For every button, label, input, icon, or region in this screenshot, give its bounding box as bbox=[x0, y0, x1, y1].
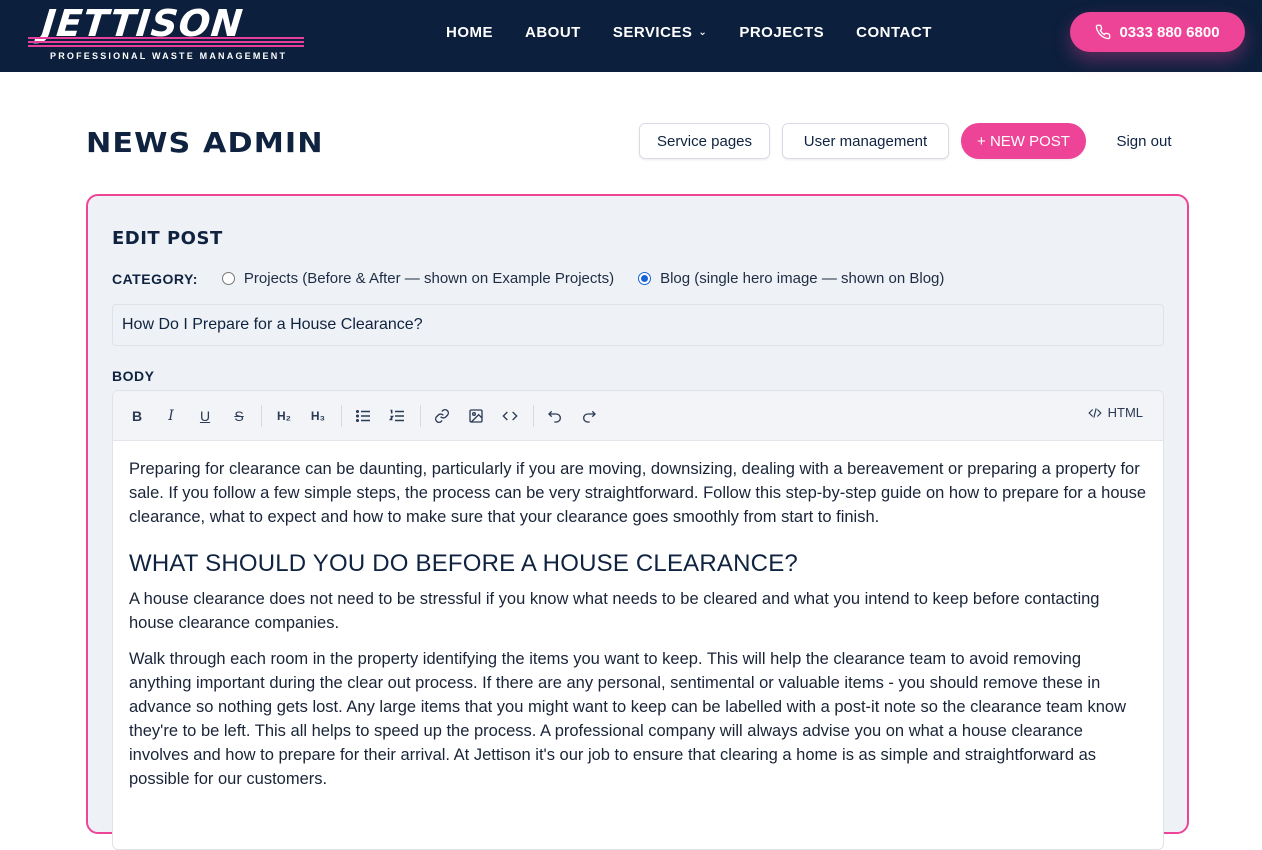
body-paragraph: Walk through each room in the property i… bbox=[129, 650, 1127, 788]
bullet-list-icon[interactable] bbox=[352, 405, 374, 427]
new-post-button[interactable]: + NEW POST bbox=[961, 123, 1086, 159]
main-nav: HOME ABOUT SERVICES ⌄ PROJECTS CONTACT bbox=[446, 24, 964, 41]
body-label: BODY bbox=[112, 368, 155, 384]
category-projects-radio[interactable]: Projects (Before & After — shown on Exam… bbox=[221, 270, 615, 287]
phone-icon bbox=[1096, 24, 1111, 40]
redo-icon[interactable] bbox=[578, 405, 600, 427]
editor-toolbar: B I U S H₂ H₃ HTML bbox=[113, 391, 1163, 441]
image-icon[interactable] bbox=[465, 405, 487, 427]
logo-speed-lines bbox=[28, 37, 304, 49]
post-title-input[interactable]: How Do I Prepare for a House Clearance? bbox=[112, 304, 1164, 346]
edit-post-panel: EDIT POST CATEGORY: Projects (Before & A… bbox=[86, 194, 1189, 850]
rich-text-editor: B I U S H₂ H₃ HTML Preparing for clearan… bbox=[112, 390, 1164, 850]
toolbar-divider bbox=[420, 405, 421, 427]
radio-unselected-icon bbox=[221, 272, 235, 285]
nav-services-label: SERVICES bbox=[612, 24, 693, 41]
sign-out-link[interactable]: Sign out bbox=[1110, 123, 1178, 159]
code-icon bbox=[1087, 407, 1102, 418]
nav-contact[interactable]: CONTACT bbox=[856, 24, 932, 41]
radio-selected-icon bbox=[638, 272, 652, 285]
logo-tagline: PROFESSIONAL WASTE MANAGEMENT bbox=[50, 51, 288, 61]
phone-button[interactable]: 0333 880 6800 bbox=[1070, 12, 1245, 52]
bold-icon[interactable]: B bbox=[126, 405, 148, 427]
numbered-list-icon[interactable] bbox=[386, 405, 408, 427]
category-blog-label: Blog (single hero image — shown on Blog) bbox=[660, 270, 945, 287]
toolbar-divider bbox=[341, 405, 342, 427]
strikethrough-icon[interactable]: S bbox=[228, 405, 250, 427]
html-toggle-button[interactable]: HTML bbox=[1087, 405, 1143, 420]
heading-3-icon[interactable]: H₃ bbox=[307, 405, 329, 427]
page-title: NEWS ADMIN bbox=[86, 126, 324, 159]
jettison-logo[interactable]: JETTISON PROFESSIONAL WASTE MANAGEMENT bbox=[28, 0, 308, 68]
user-management-button[interactable]: User management bbox=[782, 123, 949, 159]
nav-about[interactable]: ABOUT bbox=[525, 24, 581, 41]
body-paragraph: Preparing for clearance can be daunting,… bbox=[129, 460, 1147, 526]
phone-number: 0333 880 6800 bbox=[1119, 23, 1220, 41]
editor-content[interactable]: Preparing for clearance can be daunting,… bbox=[113, 441, 1163, 791]
underline-icon[interactable]: U bbox=[194, 405, 216, 427]
category-projects-label: Projects (Before & After — shown on Exam… bbox=[243, 270, 615, 287]
toolbar-divider bbox=[261, 405, 262, 427]
category-blog-radio[interactable]: Blog (single hero image — shown on Blog) bbox=[638, 270, 944, 287]
category-label: CATEGORY: bbox=[112, 270, 198, 287]
nav-projects[interactable]: PROJECTS bbox=[739, 24, 824, 41]
toolbar-divider bbox=[533, 405, 534, 427]
site-header: JETTISON PROFESSIONAL WASTE MANAGEMENT H… bbox=[0, 0, 1262, 72]
body-paragraph: A house clearance does not need to be st… bbox=[129, 590, 1100, 632]
category-row: CATEGORY: Projects (Before & After — sho… bbox=[112, 270, 968, 287]
italic-icon[interactable]: I bbox=[160, 405, 182, 427]
undo-icon[interactable] bbox=[544, 405, 566, 427]
code-icon[interactable] bbox=[499, 405, 521, 427]
nav-home[interactable]: HOME bbox=[446, 24, 493, 41]
edit-post-heading: EDIT POST bbox=[112, 228, 223, 249]
body-heading: WHAT SHOULD YOU DO BEFORE A HOUSE CLEARA… bbox=[129, 550, 798, 577]
html-toggle-label: HTML bbox=[1107, 405, 1143, 420]
nav-services[interactable]: SERVICES ⌄ bbox=[613, 24, 707, 41]
service-pages-button[interactable]: Service pages bbox=[639, 123, 770, 159]
heading-2-icon[interactable]: H₂ bbox=[273, 405, 295, 427]
link-icon[interactable] bbox=[431, 405, 453, 427]
chevron-down-icon: ⌄ bbox=[698, 27, 708, 38]
